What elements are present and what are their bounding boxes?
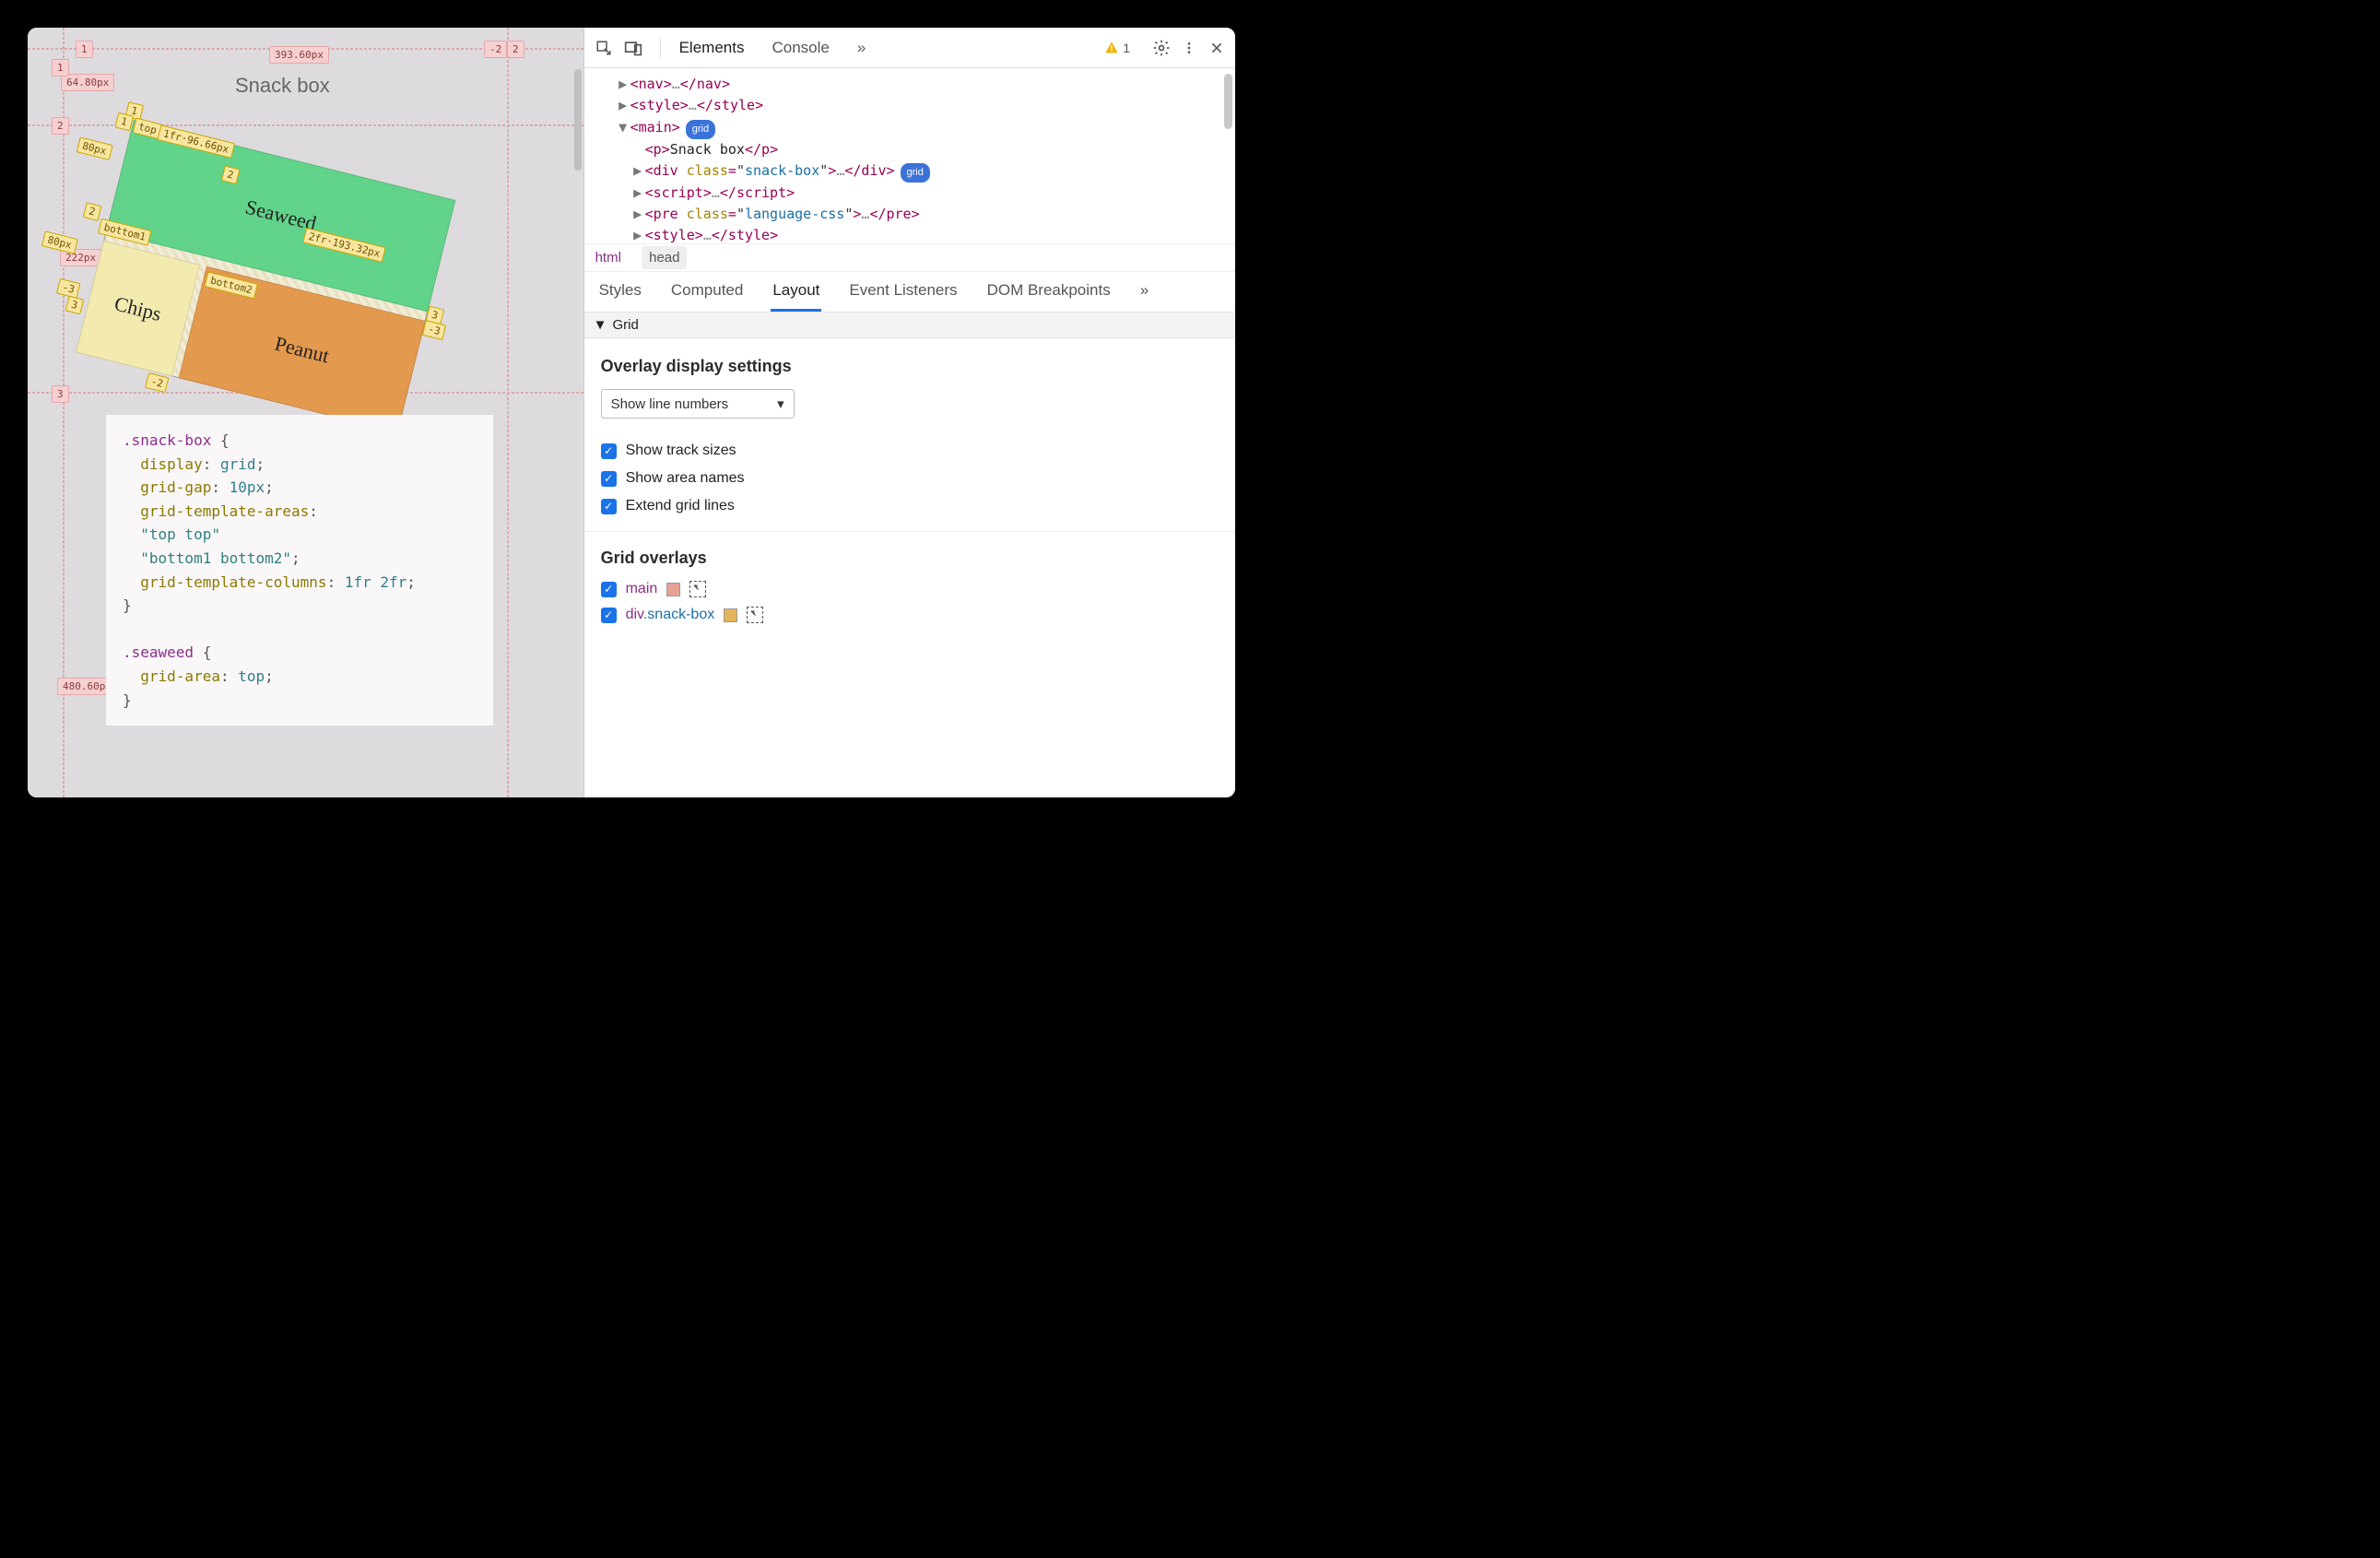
- overlay-name-main: main: [626, 581, 658, 597]
- section-grid[interactable]: ▼ Grid: [584, 313, 1235, 338]
- dom-scrollbar[interactable]: [1224, 74, 1232, 129]
- styles-subtabs: Styles Computed Layout Event Listeners D…: [584, 271, 1235, 313]
- warn-count: 1: [1123, 41, 1130, 55]
- subtab-computed[interactable]: Computed: [669, 272, 745, 312]
- heading-overlay-settings: Overlay display settings: [601, 357, 1219, 376]
- tab-more[interactable]: »: [855, 30, 867, 66]
- reveal-icon[interactable]: [689, 581, 706, 597]
- breadcrumbs: html head: [584, 243, 1235, 271]
- guide-1-tl: 1: [76, 41, 93, 58]
- devtools-window: 393.60px 64.80px 222px 480.60px 1 -2 2 1…: [28, 28, 1235, 797]
- kebab-icon[interactable]: [1180, 39, 1198, 57]
- line-numbers-select[interactable]: Show line numbers ▾: [601, 389, 795, 419]
- rendered-viewport: 393.60px 64.80px 222px 480.60px 1 -2 2 1…: [28, 28, 583, 797]
- guide-m2-tr: -2: [484, 41, 507, 58]
- guide-left-3: 3: [52, 385, 69, 403]
- css-code-block: .snack-box { display: grid; grid-gap: 10…: [106, 415, 493, 726]
- label-area-names: Show area names: [626, 470, 745, 487]
- page-title: Snack box: [235, 74, 330, 98]
- devtools-panel: Elements Console » 1 ▶<nav>…</nav>▶<styl…: [583, 28, 1235, 797]
- checkbox-area-names[interactable]: ✓: [601, 471, 617, 487]
- dom-row[interactable]: ▶<pre class="language-css">…</pre>: [603, 204, 1226, 225]
- guide-2-tr: 2: [507, 41, 524, 58]
- ln-m2-b: -2: [145, 372, 170, 393]
- overlay-row-snackbox: ✓ div.snack-box: [601, 607, 1219, 623]
- dom-row[interactable]: ▶<style>…</style>: [603, 95, 1226, 116]
- close-icon[interactable]: [1208, 39, 1226, 57]
- subtab-layout[interactable]: Layout: [771, 272, 821, 312]
- ln-m3-tr: -3: [422, 320, 447, 340]
- track-row1-left: 80px: [77, 136, 113, 159]
- checkbox-extend-lines[interactable]: ✓: [601, 499, 617, 514]
- label-extend-lines: Extend grid lines: [626, 498, 735, 514]
- measure-row1-h: 64.80px: [61, 74, 114, 91]
- section-grid-label: Grid: [612, 317, 638, 333]
- breadcrumb-head[interactable]: head: [642, 246, 687, 269]
- dom-row[interactable]: ▶<div class="snack-box">…</div>grid: [603, 160, 1226, 183]
- snack-box-grid: Seaweed Chips Peanut 1 1 top 1fr·96.66px…: [76, 120, 455, 432]
- viewport-scrollbar[interactable]: [574, 69, 582, 171]
- chevron-down-icon: ▾: [777, 395, 784, 412]
- checkbox-track-sizes[interactable]: ✓: [601, 443, 617, 459]
- gear-icon[interactable]: [1152, 39, 1171, 57]
- color-swatch-main[interactable]: [666, 583, 680, 596]
- disclosure-triangle-icon: ▼: [594, 317, 607, 333]
- breadcrumb-html[interactable]: html: [595, 250, 621, 266]
- ln-2-left: 2: [83, 202, 101, 221]
- dom-row[interactable]: ▶<style>…</style>: [603, 225, 1226, 243]
- dom-row[interactable]: ▶<script>…</script>: [603, 183, 1226, 204]
- guide-left-1: 1: [52, 59, 69, 77]
- subtab-styles[interactable]: Styles: [597, 272, 643, 312]
- guide-left-2: 2: [52, 117, 69, 135]
- reveal-icon[interactable]: [747, 607, 763, 623]
- subtab-eventlisteners[interactable]: Event Listeners: [847, 272, 959, 312]
- subtab-more[interactable]: »: [1138, 272, 1150, 312]
- dom-tree[interactable]: ▶<nav>…</nav>▶<style>…</style>▼<main>gri…: [584, 68, 1235, 243]
- label-track-sizes: Show track sizes: [626, 443, 736, 459]
- ln-3-bl: 3: [65, 296, 84, 315]
- warnings-indicator[interactable]: 1: [1104, 41, 1130, 55]
- track-row2-left: 80px: [41, 230, 78, 254]
- checkbox-overlay-main[interactable]: ✓: [601, 582, 617, 597]
- layout-panel-body: Overlay display settings Show line numbe…: [584, 338, 1235, 645]
- dom-row[interactable]: ▶<nav>…</nav>: [603, 74, 1226, 95]
- subtab-dombreakpoints[interactable]: DOM Breakpoints: [985, 272, 1113, 312]
- inspect-icon[interactable]: [594, 38, 614, 58]
- heading-grid-overlays: Grid overlays: [601, 549, 1219, 568]
- measure-top-width: 393.60px: [269, 46, 329, 64]
- device-toggle-icon[interactable]: [623, 38, 643, 58]
- checkbox-overlay-snackbox[interactable]: ✓: [601, 608, 617, 623]
- select-value: Show line numbers: [611, 396, 729, 412]
- tab-elements[interactable]: Elements: [677, 30, 747, 66]
- devtools-toolbar: Elements Console » 1: [584, 28, 1235, 68]
- color-swatch-snackbox[interactable]: [724, 608, 737, 622]
- tab-console[interactable]: Console: [770, 30, 831, 66]
- dom-row[interactable]: <p>Snack box</p>: [603, 139, 1226, 160]
- dom-row[interactable]: ▼<main>grid: [603, 117, 1226, 139]
- overlay-row-main: ✓ main: [601, 581, 1219, 597]
- overlay-name-snackbox: div.snack-box: [626, 607, 715, 623]
